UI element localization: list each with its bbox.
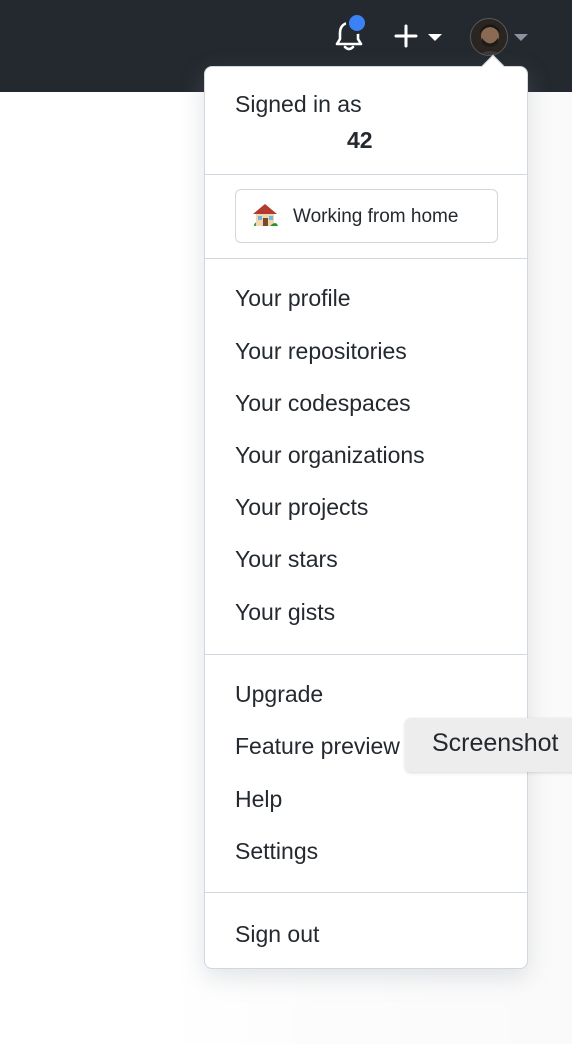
create-new-button[interactable] [392, 20, 448, 52]
tooltip-text: Screenshot [432, 729, 559, 757]
menu-item-your-profile[interactable]: Your profile [235, 285, 351, 312]
menu-item-upgrade[interactable]: Upgrade [235, 681, 323, 708]
menu-item-settings[interactable]: Settings [235, 838, 318, 865]
chevron-down-icon [428, 34, 442, 41]
set-status-button[interactable]: Working from home [235, 189, 498, 243]
user-menu-dropdown: Signed in as 42 Working from home Your p… [204, 54, 528, 969]
unread-indicator [346, 12, 368, 34]
menu-divider [205, 892, 527, 893]
menu-item-your-codespaces[interactable]: Your codespaces [235, 390, 411, 417]
house-with-garden-icon [250, 200, 280, 230]
user-avatar [470, 18, 508, 56]
menu-item-feature-preview[interactable]: Feature preview [235, 733, 400, 760]
plus-icon [394, 24, 418, 48]
menu-divider [205, 174, 527, 175]
signed-in-label: Signed in as [235, 91, 362, 117]
chevron-down-icon [514, 34, 528, 41]
screenshot-tooltip: Screenshot [405, 718, 572, 772]
menu-item-your-projects[interactable]: Your projects [235, 494, 368, 521]
status-text: Working from home [293, 206, 459, 227]
sign-out-button[interactable]: Sign out [235, 921, 319, 948]
menu-divider [205, 654, 527, 655]
menu-item-your-stars[interactable]: Your stars [235, 546, 338, 573]
menu-item-help[interactable]: Help [235, 786, 282, 813]
user-menu-button[interactable] [470, 18, 534, 56]
username: 42 [347, 127, 373, 153]
menu-item-your-organizations[interactable]: Your organizations [235, 442, 425, 469]
menu-item-your-gists[interactable]: Your gists [235, 599, 335, 626]
menu-item-your-repositories[interactable]: Your repositories [235, 338, 407, 365]
menu-divider [205, 258, 527, 259]
